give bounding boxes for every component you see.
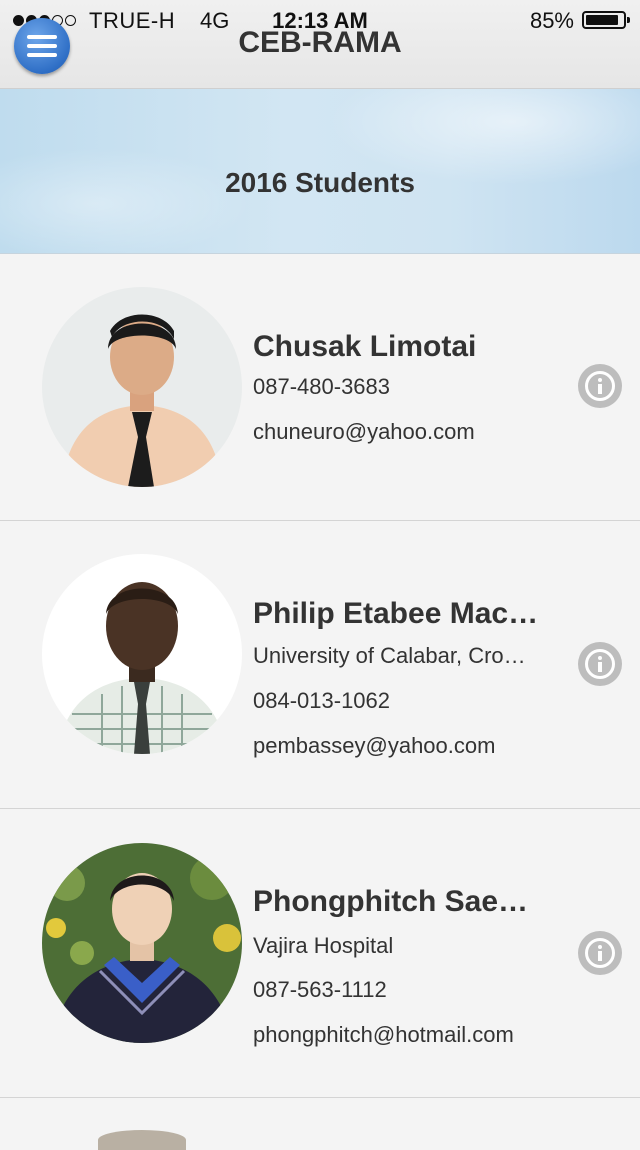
page-banner: 2016 Students: [0, 89, 640, 254]
student-details: Phongphitch Sae… Vajira Hospital 087-563…: [253, 885, 563, 1048]
student-phone: 084-013-1062: [253, 688, 391, 713]
student-row[interactable]: Chusak Limotai 087-480-3683 chuneuro@yah…: [0, 254, 640, 521]
student-name: Philip Etabee Mac…: [253, 597, 539, 630]
student-photo: [42, 554, 242, 754]
student-phone: 087-563-1112: [253, 977, 387, 1002]
page-title: 2016 Students: [225, 167, 415, 198]
info-icon[interactable]: [578, 364, 622, 408]
student-details: Philip Etabee Mac… University of Calabar…: [253, 597, 563, 759]
student-phone: 087-480-3683: [253, 374, 391, 399]
navigation-header: TRUE-H 4G 12:13 AM 85% CEB-RAMA: [0, 0, 640, 89]
student-affiliation: University of Calabar, Cro…: [253, 643, 526, 668]
student-name: Phongphitch Sae…: [253, 885, 529, 918]
student-email: pembassey@yahoo.com: [253, 733, 496, 758]
info-icon[interactable]: [578, 642, 622, 686]
student-affiliation: Vajira Hospital: [253, 933, 394, 958]
student-row[interactable]: Phongphitch Sae… Vajira Hospital 087-563…: [0, 809, 640, 1098]
student-list: Chusak Limotai 087-480-3683 chuneuro@yah…: [0, 254, 640, 1098]
student-details: Chusak Limotai 087-480-3683 chuneuro@yah…: [253, 330, 563, 445]
student-name: Chusak Limotai: [253, 330, 477, 363]
student-photo: [42, 843, 242, 1043]
student-email: phongphitch@hotmail.com: [253, 1022, 514, 1047]
app-title: CEB-RAMA: [238, 26, 402, 59]
student-email: chuneuro@yahoo.com: [253, 419, 475, 444]
student-photo: [98, 1130, 186, 1150]
student-photo: [42, 287, 242, 487]
info-icon[interactable]: [578, 931, 622, 975]
student-row[interactable]: Philip Etabee Mac… University of Calabar…: [0, 521, 640, 809]
